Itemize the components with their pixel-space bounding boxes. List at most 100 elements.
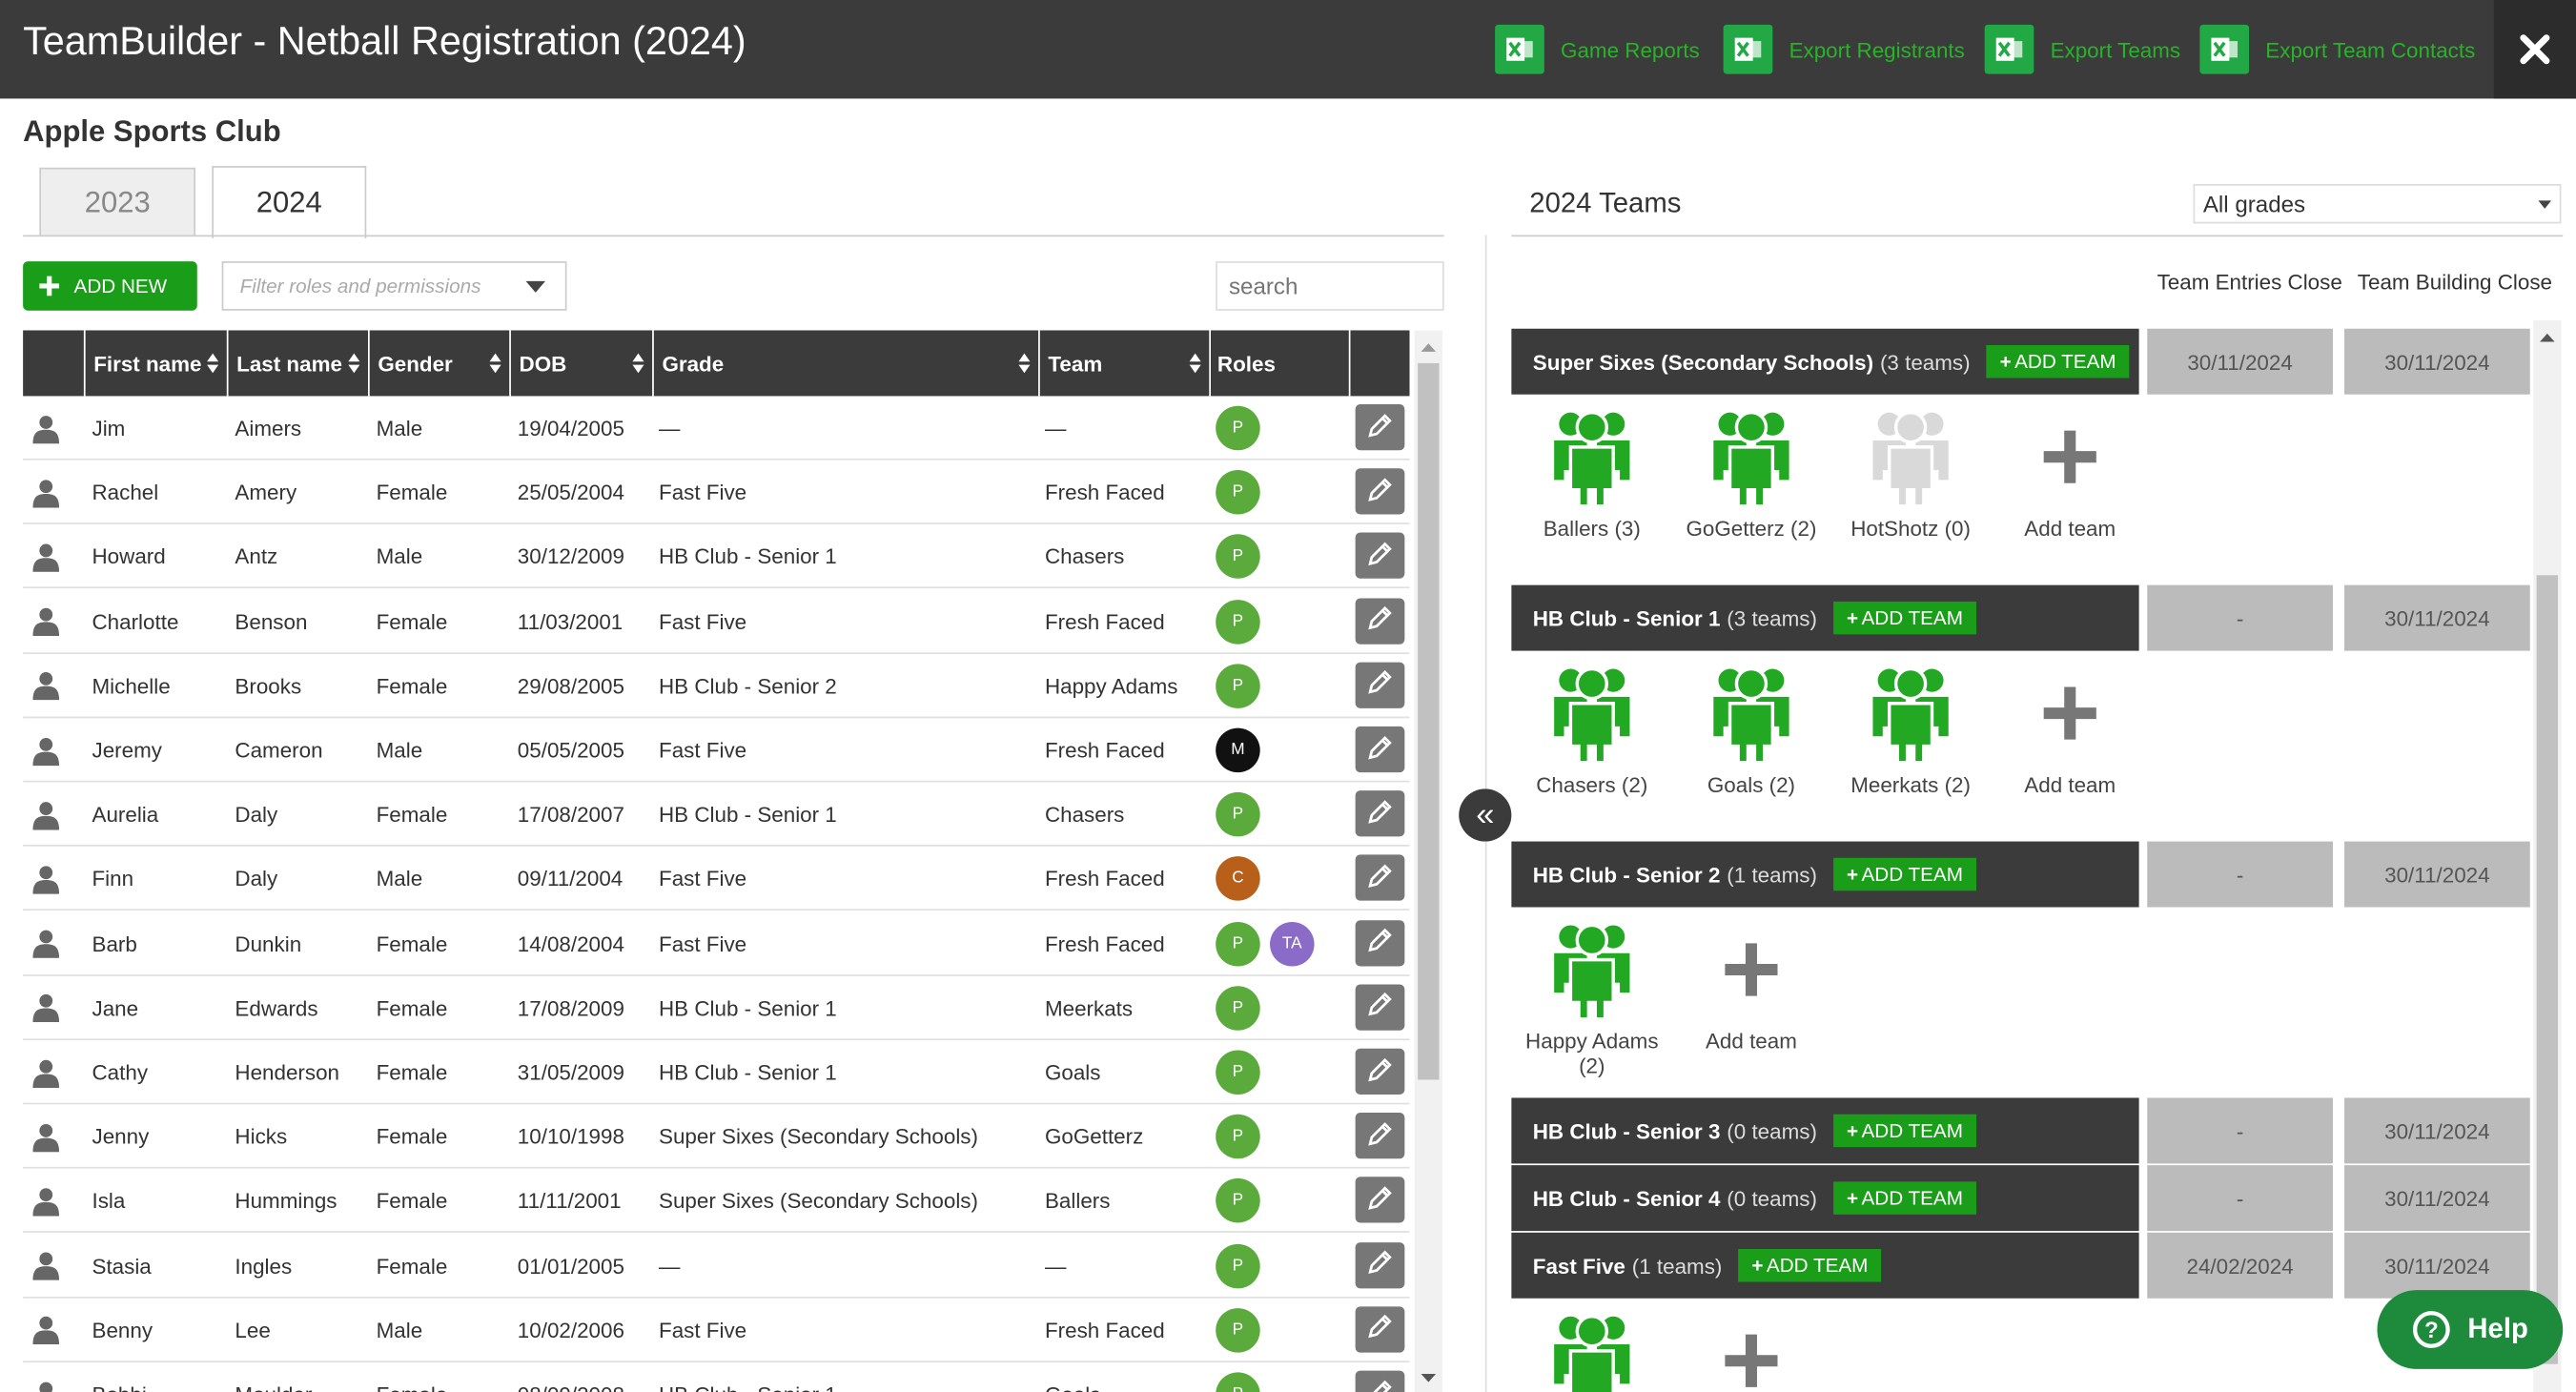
add-team-button[interactable]: + ADD TEAM: [1833, 857, 1976, 891]
add-team-card[interactable]: Add team: [1677, 1308, 1825, 1392]
edit-button[interactable]: [1355, 662, 1405, 708]
edit-button[interactable]: [1355, 1306, 1405, 1353]
table-row[interactable]: Jenny Hicks Female 10/10/1998 Super Sixes (S…: [23, 1105, 1410, 1169]
table-row[interactable]: Aurelia Daly Female 17/08/2007 HB Club - Sen…: [23, 783, 1410, 848]
column-last-name[interactable]: Last name: [226, 330, 368, 397]
table-row[interactable]: Finn Daly Male 09/11/2004 Fast Five Fresh Fac…: [23, 847, 1410, 911]
table-row[interactable]: Michelle Brooks Female 29/08/2005 HB Club - …: [23, 654, 1410, 718]
table-row[interactable]: Benny Lee Male 10/02/2006 Fast Five Fresh Fac…: [23, 1298, 1410, 1362]
gender: Male: [376, 1318, 423, 1342]
table-row[interactable]: Jim Aimers Male 19/04/2005 — — P: [23, 396, 1410, 461]
export-teams-button[interactable]: Export Teams: [1984, 23, 2180, 75]
collapse-panel-button[interactable]: «: [1459, 788, 1512, 842]
add-team-button[interactable]: + ADD TEAM: [1833, 1114, 1976, 1148]
team-card[interactable]: [1518, 1308, 1666, 1392]
edit-button[interactable]: [1355, 726, 1405, 773]
export-team-contacts-button[interactable]: Export Team Contacts: [2199, 23, 2475, 75]
role-badge[interactable]: P: [1216, 1050, 1260, 1095]
column-dob[interactable]: DOB: [509, 330, 652, 397]
add-team-card[interactable]: Add team: [1677, 917, 1825, 1054]
scroll-up-icon[interactable]: [2533, 327, 2561, 347]
dob: 01/01/2005: [517, 1253, 624, 1279]
column-grade[interactable]: Grade: [652, 330, 1038, 397]
tab-2024[interactable]: 2024: [212, 166, 367, 238]
role-badge[interactable]: P: [1216, 1372, 1260, 1392]
table-row[interactable]: Cathy Henderson Female 31/05/2009 HB Club - …: [23, 1040, 1410, 1105]
last-name: Dunkin: [235, 931, 302, 956]
edit-button[interactable]: [1355, 919, 1405, 966]
table-row[interactable]: Rachel Amery Female 25/05/2004 Fast Five Fres…: [23, 461, 1410, 525]
role-badge[interactable]: C: [1216, 856, 1260, 902]
table-row[interactable]: Stasia Ingles Female 01/01/2005 — — P: [23, 1234, 1410, 1299]
edit-button[interactable]: [1355, 1370, 1405, 1392]
add-new-button[interactable]: ADD NEW: [23, 261, 197, 311]
role-badge[interactable]: P: [1216, 534, 1260, 580]
table-row[interactable]: Howard Antz Male 30/12/2009 HB Club - Senior…: [23, 525, 1410, 589]
close-button[interactable]: [2493, 0, 2576, 99]
dob: 17/08/2009: [517, 995, 624, 1021]
export-registrants-button[interactable]: Export Registrants: [1723, 23, 1965, 75]
add-team-button[interactable]: + ADD TEAM: [1833, 601, 1976, 635]
edit-button[interactable]: [1355, 533, 1405, 580]
scroll-up-icon[interactable]: [1415, 337, 1442, 357]
teams-scrollbar[interactable]: [2533, 320, 2562, 1392]
table-scrollbar[interactable]: [1414, 330, 1442, 1392]
team-card[interactable]: Chasers (2): [1518, 661, 1666, 797]
table-row[interactable]: Bobbi Moulder Female 08/09/2008 HB Club - Se…: [23, 1362, 1409, 1392]
team-card[interactable]: Ballers (3): [1518, 404, 1666, 541]
table-row[interactable]: Barb Dunkin Female 14/08/2004 Fast Five Fresh…: [23, 911, 1410, 976]
role-badge[interactable]: P: [1216, 470, 1260, 515]
edit-button[interactable]: [1355, 1241, 1405, 1288]
column-first-name[interactable]: First name: [83, 330, 227, 397]
edit-button[interactable]: [1355, 468, 1405, 515]
edit-button[interactable]: [1355, 855, 1405, 902]
role-badge[interactable]: TA: [1270, 921, 1315, 966]
role-filter-select[interactable]: Filter roles and permissions: [221, 261, 567, 311]
edit-button[interactable]: [1355, 404, 1405, 451]
add-team-button[interactable]: + ADD TEAM: [1986, 344, 2130, 379]
table-row[interactable]: Jane Edwards Female 17/08/2009 HB Club - Sen…: [23, 976, 1410, 1040]
team-card[interactable]: HotShotz (0): [1837, 404, 1985, 541]
edit-button[interactable]: [1355, 1048, 1405, 1095]
add-team-button[interactable]: + ADD TEAM: [1738, 1249, 1882, 1282]
role-badge[interactable]: P: [1216, 599, 1260, 645]
role-badge[interactable]: P: [1216, 1243, 1260, 1288]
role-badge[interactable]: P: [1216, 985, 1260, 1031]
team-card[interactable]: Happy Adams (2): [1518, 917, 1666, 1078]
add-team-card[interactable]: Add team: [1996, 661, 2144, 797]
edit-button[interactable]: [1355, 1113, 1405, 1159]
add-team-button[interactable]: + ADD TEAM: [1833, 1181, 1976, 1215]
tab-2023[interactable]: 2023: [39, 167, 196, 235]
roles: C: [1216, 847, 1270, 911]
grade-select[interactable]: All grades: [2193, 184, 2562, 224]
grade: Super Sixes (Secondary Schools): [659, 1124, 978, 1150]
add-team-card[interactable]: Add team: [1996, 404, 2144, 541]
table-row[interactable]: Charlotte Benson Female 11/03/2001 Fast Five…: [23, 589, 1410, 654]
edit-button[interactable]: [1355, 1177, 1405, 1224]
grade: Fast Five: [659, 480, 747, 505]
scroll-thumb[interactable]: [1418, 362, 1440, 1080]
role-badge[interactable]: P: [1216, 405, 1260, 451]
team-card[interactable]: Meerkats (2): [1837, 661, 1985, 797]
column-gender[interactable]: Gender: [367, 330, 509, 397]
help-button[interactable]: ? Help: [2377, 1290, 2564, 1369]
column-team[interactable]: Team: [1038, 330, 1209, 397]
team-card[interactable]: Goals (2): [1677, 661, 1825, 797]
edit-button[interactable]: [1355, 984, 1405, 1031]
edit-button[interactable]: [1355, 790, 1405, 837]
scroll-thumb[interactable]: [2536, 575, 2559, 1364]
scroll-down-icon[interactable]: [1415, 1369, 1442, 1389]
table-row[interactable]: Jeremy Cameron Male 05/05/2005 Fast Five Fres…: [23, 718, 1410, 783]
role-badge[interactable]: P: [1216, 1307, 1260, 1353]
role-badge[interactable]: P: [1216, 1178, 1260, 1224]
role-badge[interactable]: P: [1216, 1115, 1260, 1159]
search-input[interactable]: [1216, 261, 1444, 311]
edit-button[interactable]: [1355, 597, 1405, 645]
role-badge[interactable]: P: [1216, 921, 1260, 966]
role-badge[interactable]: M: [1216, 727, 1260, 773]
game-reports-button[interactable]: Game Reports: [1495, 23, 1700, 75]
role-badge[interactable]: P: [1216, 792, 1260, 837]
role-badge[interactable]: P: [1216, 664, 1260, 708]
table-row[interactable]: Isla Hummings Female 11/11/2001 Super Sixes …: [23, 1169, 1410, 1234]
team-card[interactable]: GoGetterz (2): [1677, 404, 1825, 541]
